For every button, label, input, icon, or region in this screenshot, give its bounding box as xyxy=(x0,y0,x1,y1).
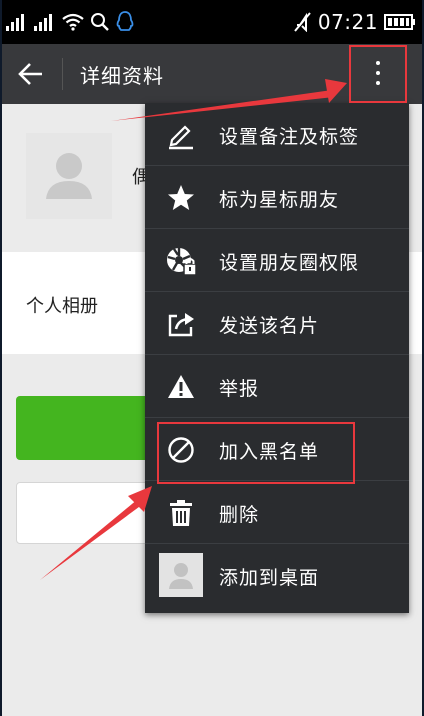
menu-item-set-remark[interactable]: 设置备注及标签 xyxy=(145,103,409,166)
status-left xyxy=(6,10,134,34)
warning-icon xyxy=(161,367,201,407)
moments-lock-icon xyxy=(161,241,201,281)
menu-item-moments-permission[interactable]: 设置朋友圈权限 xyxy=(145,229,409,292)
menu-item-add-to-desktop[interactable]: 添加到桌面 xyxy=(145,544,409,607)
trash-icon xyxy=(161,493,201,533)
signal-2-icon xyxy=(34,13,56,31)
menu-item-label: 举报 xyxy=(219,378,260,400)
back-arrow-icon xyxy=(18,63,42,85)
battery-icon xyxy=(384,14,416,30)
menu-item-label: 设置朋友圈权限 xyxy=(219,252,360,274)
menu-item-delete[interactable]: 删除 xyxy=(145,481,409,544)
avatar-placeholder-icon xyxy=(46,153,92,199)
blacklist-highlight xyxy=(157,422,355,484)
share-icon xyxy=(161,304,201,344)
profile-avatar[interactable] xyxy=(26,133,112,219)
menu-item-star-friend[interactable]: 标为星标朋友 xyxy=(145,166,409,229)
menu-item-label: 发送该名片 xyxy=(219,315,320,337)
more-menu: 设置备注及标签 标为星标朋友 设置朋友圈权限 发送该名片 举报 加入黑名单 删除… xyxy=(145,103,409,613)
phone-screen: 07:21 详细资料 偶 个人相册 设置备注及标签 标为星标朋友 设置朋友圈权限… xyxy=(2,0,422,716)
status-bar: 07:21 xyxy=(2,0,422,44)
back-button[interactable] xyxy=(14,57,48,91)
wifi-icon xyxy=(62,13,84,31)
menu-item-send-card[interactable]: 发送该名片 xyxy=(145,292,409,355)
star-icon xyxy=(161,178,201,218)
menu-item-report[interactable]: 举报 xyxy=(145,355,409,418)
more-button-highlight xyxy=(349,45,407,103)
menu-item-label: 删除 xyxy=(219,504,260,526)
mute-icon xyxy=(294,12,312,32)
menu-item-label: 设置备注及标签 xyxy=(219,126,360,148)
qq-icon xyxy=(116,11,134,33)
signal-1-icon xyxy=(6,13,28,31)
avatar-icon xyxy=(159,553,203,597)
album-label: 个人相册 xyxy=(26,296,98,317)
status-time: 07:21 xyxy=(317,10,378,34)
menu-item-label: 标为星标朋友 xyxy=(219,189,340,211)
toolbar-divider xyxy=(62,58,63,90)
status-right: 07:21 xyxy=(294,8,416,36)
menu-item-label: 添加到桌面 xyxy=(219,567,320,589)
search-icon xyxy=(90,12,110,32)
edit-pencil-icon xyxy=(161,115,201,155)
page-title: 详细资料 xyxy=(80,64,164,88)
